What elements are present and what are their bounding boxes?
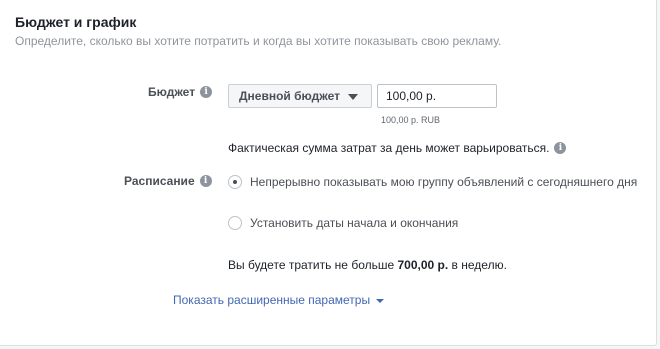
- budget-schedule-panel: Бюджет и график Определите, сколько вы х…: [0, 0, 657, 346]
- schedule-label: Расписание: [124, 174, 195, 188]
- radio-button-selected[interactable]: [228, 175, 242, 189]
- schedule-label-row: Расписание i: [124, 174, 212, 188]
- info-icon[interactable]: i: [199, 175, 212, 187]
- section-title: Бюджет и график: [15, 14, 137, 30]
- weekly-prefix: Вы будете тратить не больше: [228, 258, 395, 272]
- budget-amount-hint: 100,00 р. RUB: [381, 115, 441, 125]
- weekly-suffix: в неделю.: [451, 258, 507, 272]
- chevron-down-icon: [376, 299, 385, 303]
- schedule-option-dates[interactable]: Установить даты начала и окончания: [228, 215, 640, 231]
- advanced-link-label: Показать расширенные параметры: [173, 293, 371, 307]
- schedule-option-label: Установить даты начала и окончания: [250, 216, 459, 230]
- caret-down-icon: [348, 93, 358, 100]
- info-icon[interactable]: i: [554, 142, 567, 154]
- budget-type-dropdown[interactable]: Дневной бюджет: [228, 84, 372, 108]
- budget-amount-input[interactable]: [377, 84, 497, 108]
- radio-button[interactable]: [228, 216, 242, 230]
- budget-type-value: Дневной бюджет: [239, 89, 340, 103]
- spend-note-text: Фактическая сумма затрат за день может в…: [228, 141, 550, 155]
- section-subtitle: Определите, сколько вы хотите потратить …: [15, 34, 502, 48]
- weekly-spend-summary: Вы будете тратить не больше 700,00 р. в …: [228, 258, 507, 272]
- schedule-option-label: Непрерывно показывать мою группу объявле…: [250, 175, 638, 189]
- schedule-option-continuous[interactable]: Непрерывно показывать мою группу объявле…: [228, 174, 640, 190]
- budget-label: Бюджет: [148, 85, 196, 99]
- show-advanced-options-link[interactable]: Показать расширенные параметры: [173, 293, 385, 307]
- info-icon[interactable]: i: [200, 86, 213, 98]
- spend-note: Фактическая сумма затрат за день может в…: [228, 141, 567, 155]
- budget-label-row: Бюджет i: [148, 85, 213, 99]
- weekly-amount: 700,00 р.: [397, 258, 449, 272]
